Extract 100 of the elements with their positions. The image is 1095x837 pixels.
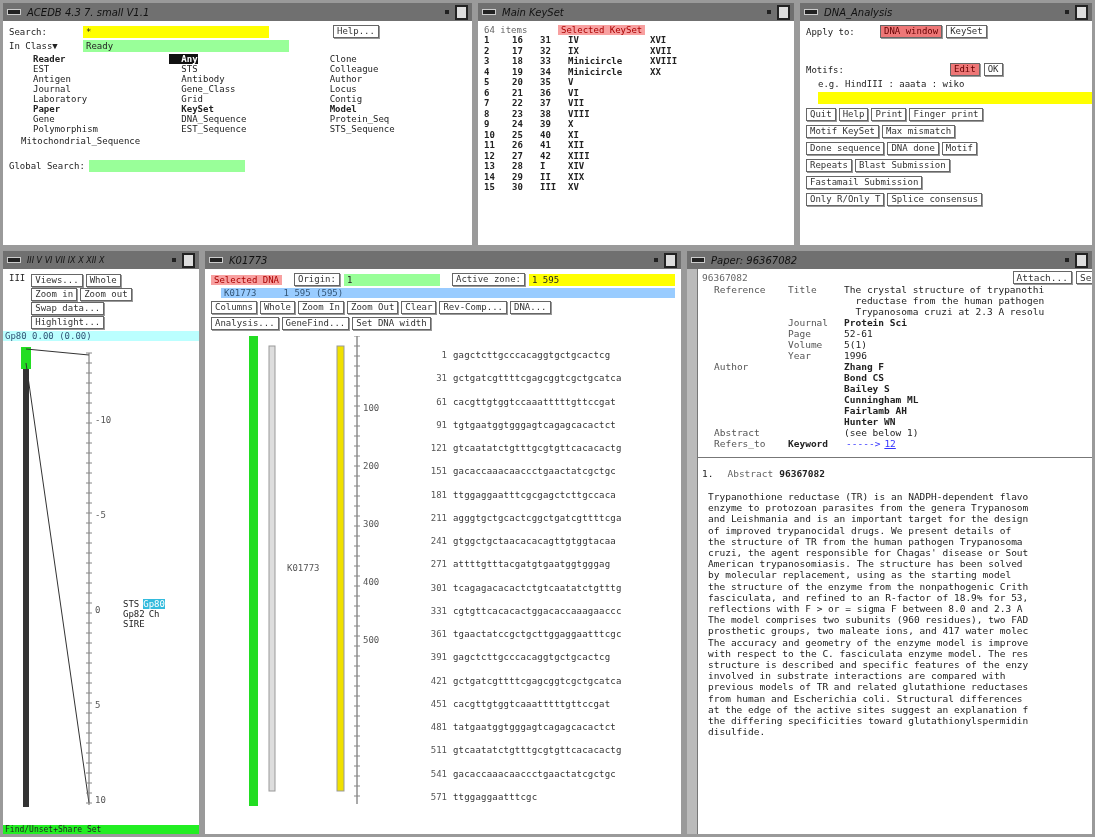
keyset-item[interactable]: 13 [484, 161, 495, 172]
class-item[interactable]: Protein_Seq [317, 114, 390, 124]
keyset-item[interactable]: XVI [650, 35, 667, 46]
keyset-item[interactable]: VIII [568, 108, 590, 119]
command-button[interactable]: Print [871, 108, 907, 121]
field-value[interactable]: Bailey S [844, 383, 919, 394]
window-menu-icon[interactable] [804, 9, 818, 15]
keyset-item[interactable]: III [540, 182, 557, 193]
field-value[interactable]: Cunningham ML [844, 394, 919, 405]
class-item[interactable]: Reader [21, 54, 66, 64]
class-item[interactable]: Antigen [21, 74, 71, 84]
keyset-item[interactable]: VII [568, 98, 585, 109]
keyset-item[interactable]: VI [568, 87, 579, 98]
attach-button[interactable]: Attach... [1012, 271, 1072, 284]
class-item[interactable]: Grid [169, 94, 203, 104]
maximize-icon[interactable] [777, 4, 790, 20]
count-link[interactable]: 12 [884, 438, 896, 449]
class-item[interactable]: Gene_Class [169, 84, 236, 94]
command-button[interactable]: Fastamail Submission [806, 176, 923, 189]
keyset-item[interactable]: 8 [484, 108, 490, 119]
maximize-icon[interactable] [1075, 4, 1088, 20]
keyset-item[interactable]: 36 [540, 87, 551, 98]
window-menu-icon[interactable] [691, 257, 705, 263]
keyset-item[interactable]: 25 [512, 129, 523, 140]
keyset-item[interactable]: X [568, 119, 574, 130]
keyset-item[interactable]: 34 [540, 66, 551, 77]
keyset-item[interactable]: 9 [484, 119, 490, 130]
command-button[interactable]: DNA done [887, 142, 939, 155]
keyset-item[interactable]: 37 [540, 98, 551, 109]
keyset-item[interactable]: XIII [568, 150, 590, 161]
keyset-item[interactable]: 20 [512, 77, 523, 88]
keyset-item[interactable]: XIX [568, 171, 585, 182]
field-value[interactable]: 52-61 [844, 328, 873, 339]
keyset-item[interactable]: I [540, 161, 546, 172]
map-marker-label[interactable]: Ch [148, 609, 160, 619]
sequence-button[interactable]: Zoom Out [346, 301, 399, 314]
field-value[interactable]: 5(1) [844, 339, 867, 350]
keyset-item[interactable]: 4 [484, 66, 490, 77]
keyset-item[interactable]: XII [568, 140, 585, 151]
keyset-item[interactable]: XV [568, 182, 579, 193]
class-item[interactable]: Antibody [169, 74, 225, 84]
class-item[interactable]: Contig [317, 94, 363, 104]
map-button[interactable]: Zoom in [31, 288, 78, 301]
command-button[interactable]: Done sequence [806, 142, 885, 155]
scroll-bar[interactable] [687, 269, 698, 834]
keyset-item[interactable]: 18 [512, 56, 523, 67]
keyset-item[interactable]: 15 [484, 182, 495, 193]
apply-option[interactable]: KeySet [946, 25, 987, 38]
class-item[interactable]: Gene [21, 114, 55, 124]
sequence-button[interactable]: Whole [259, 301, 296, 314]
field-value[interactable]: Trypanosoma cruzi at 2.3 A resolu [844, 306, 1045, 317]
active-zone-button[interactable]: Active zone: [451, 273, 525, 286]
maximize-icon[interactable] [664, 252, 677, 268]
field-value[interactable]: Keyword [788, 438, 829, 449]
sequence-button[interactable]: GeneFind... [281, 317, 350, 330]
class-item[interactable]: Laboratory [21, 94, 88, 104]
maximize-icon[interactable] [1075, 252, 1088, 268]
field-value[interactable]: Bond CS [844, 372, 919, 383]
keyset-item[interactable]: XVIII [650, 56, 678, 67]
command-button[interactable]: Motif [941, 142, 977, 155]
class-item[interactable]: STS_Sequence [317, 124, 395, 134]
sequence-button[interactable]: Analysis... [211, 317, 279, 330]
maximize-icon[interactable] [455, 4, 468, 20]
field-value[interactable]: (see below 1) [844, 427, 919, 438]
keyset-item[interactable]: 42 [540, 150, 551, 161]
keyset-item[interactable]: 1 [484, 35, 490, 46]
keyset-item[interactable]: 28 [512, 161, 523, 172]
field-value[interactable]: Hunter WN [844, 416, 919, 427]
keyset-item[interactable]: Minicircle [568, 56, 623, 67]
sequence-button[interactable]: Zoom In [298, 301, 344, 314]
map-marker-label[interactable]: SIRE [123, 619, 145, 629]
window-menu-icon[interactable] [209, 257, 223, 263]
keyset-item[interactable]: 39 [540, 119, 551, 130]
toggle-button[interactable]: Edit [950, 63, 980, 76]
window-menu-icon[interactable] [482, 9, 496, 15]
keyset-item[interactable]: 2 [484, 45, 490, 56]
command-button[interactable]: Help [838, 108, 869, 121]
field-value[interactable]: reductase from the human pathogen [844, 295, 1045, 306]
keyset-item[interactable]: 26 [512, 140, 523, 151]
command-button[interactable]: Blast Submission [854, 159, 950, 172]
class-item[interactable]: EST_Sequence [169, 124, 247, 134]
link-arrow[interactable]: -----> [846, 438, 881, 449]
map-button[interactable]: Swap data... [31, 302, 105, 315]
window-menu-icon[interactable] [7, 257, 21, 263]
keyset-item[interactable]: 16 [512, 35, 523, 46]
keyset-item[interactable]: XI [568, 129, 579, 140]
map-button[interactable]: Views... [31, 274, 83, 287]
field-value[interactable]: Zhang F [844, 361, 919, 372]
origin-field[interactable]: 1 [343, 273, 440, 286]
class-item[interactable]: EST [21, 64, 50, 74]
map-marker-label[interactable]: Gp82 [123, 609, 145, 619]
keyset-item[interactable]: IV [568, 35, 579, 46]
keyset-item[interactable]: 10 [484, 129, 495, 140]
class-item[interactable]: STS [169, 64, 198, 74]
keyset-item[interactable]: 17 [512, 45, 523, 56]
sequence-button[interactable]: Clear [401, 301, 437, 314]
map-button[interactable]: Whole [85, 274, 121, 287]
class-item[interactable]: Locus [317, 84, 357, 94]
command-button[interactable]: Motif KeySet [806, 125, 880, 138]
toggle-button[interactable]: OK [983, 63, 1003, 76]
